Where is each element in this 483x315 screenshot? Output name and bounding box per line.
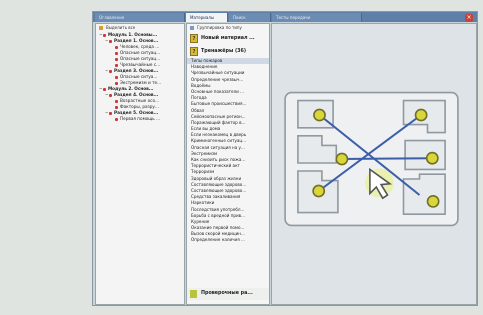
tree-item-label: Модуль 2. Основ... [108, 86, 154, 91]
tab-materials[interactable]: Материалы [186, 13, 228, 22]
trainers-item[interactable]: ? Тренажёры (36) [187, 45, 269, 58]
select-all-icon [99, 26, 103, 30]
materials-pane: Группировка по типу ? Новый материал ...… [186, 23, 270, 305]
bookmark-icon [115, 51, 118, 55]
bookmark-icon [115, 117, 118, 121]
tree-item-label: Опасные ситуац... [120, 56, 161, 61]
close-icon[interactable]: × [465, 14, 473, 22]
bookmark-icon [115, 99, 118, 103]
tree-item-label: Раздел 1. Основ... [114, 38, 159, 43]
trainers-label: Тренажёры (36) [201, 49, 247, 54]
tab-search[interactable]: Поиск [229, 13, 271, 22]
tree-item[interactable]: Первая помощь ... [96, 116, 184, 122]
new-material-item[interactable]: ? Новый материал ... [187, 32, 269, 45]
tree-item-label: Опасные ситуа... [120, 74, 158, 79]
bookmark-icon [115, 75, 118, 79]
point-right-3 [426, 195, 440, 208]
point-left-2 [335, 152, 349, 166]
bookmark-icon [115, 45, 118, 49]
group-by-type-label: Группировка по типу [197, 25, 242, 30]
bookmark-icon [109, 111, 112, 115]
bookmark-icon [109, 69, 112, 73]
tree-item-label: Опасные ситуац... [120, 50, 161, 55]
piece-right-2 [404, 139, 446, 171]
tree-item-label: Первая помощь ... [120, 116, 161, 121]
question-icon: ? [190, 34, 198, 43]
point-right-2 [425, 151, 439, 165]
bookmark-icon [103, 33, 106, 37]
tab-contents[interactable]: Оглавление [95, 13, 185, 22]
tree-item-label: Раздел 3. Основ... [114, 68, 159, 73]
tab-tests[interactable]: Тесты передачи [272, 13, 362, 22]
tree-item-label: Экстремизм и те... [120, 80, 162, 85]
bookmark-icon [115, 57, 118, 61]
point-right-1 [414, 108, 428, 122]
tree-item-label: Возрастные осо... [120, 98, 159, 103]
folder-icon [190, 290, 197, 298]
tree-item-label: Человек, среда ... [120, 44, 160, 49]
bookmark-icon [115, 81, 118, 85]
contents-tree-pane: Выделить все − Модуль 1. Основы... − Раздел… [95, 23, 185, 305]
check-works-label: Проверочные ра... [201, 291, 253, 296]
tree-item-label: Модуль 1. Основы... [108, 32, 158, 37]
material-item[interactable]: Определение наличия ... [187, 237, 269, 243]
tree-item-label: Факторы, разру... [120, 104, 159, 109]
point-left-1 [313, 108, 326, 122]
bookmark-icon [109, 93, 112, 97]
new-material-label: Новый материал ... [201, 36, 255, 41]
tree-item-label: Раздел 4. Основ... [114, 92, 159, 97]
tree-item-label: Чрезвычайные с... [120, 62, 161, 67]
matching-puzzle[interactable] [283, 91, 460, 227]
select-all-button[interactable]: Выделить все [96, 24, 184, 32]
bookmark-icon [115, 63, 118, 67]
bookmark-icon [103, 87, 106, 91]
bookmark-icon [109, 39, 112, 43]
tree-item-label: Раздел 5. Основ... [114, 110, 159, 115]
tab-strip: Оглавление Материалы Поиск Тесты передач… [93, 13, 477, 22]
group-by-type-toggle[interactable]: Группировка по типу [187, 24, 269, 32]
question-icon: ? [190, 47, 198, 56]
piece-right-3 [402, 173, 446, 215]
bookmark-icon [115, 105, 118, 109]
point-left-3 [312, 184, 326, 198]
select-all-label: Выделить все [106, 25, 136, 30]
group-icon [190, 26, 194, 30]
contents-tree: − Модуль 1. Основы... − Раздел 1. Основ... Ч… [96, 32, 184, 122]
check-works-item[interactable]: Проверочные ра... [187, 288, 269, 300]
materials-list: Типы пожаров Наводнение Чрезвычайные ситуа… [187, 58, 269, 244]
